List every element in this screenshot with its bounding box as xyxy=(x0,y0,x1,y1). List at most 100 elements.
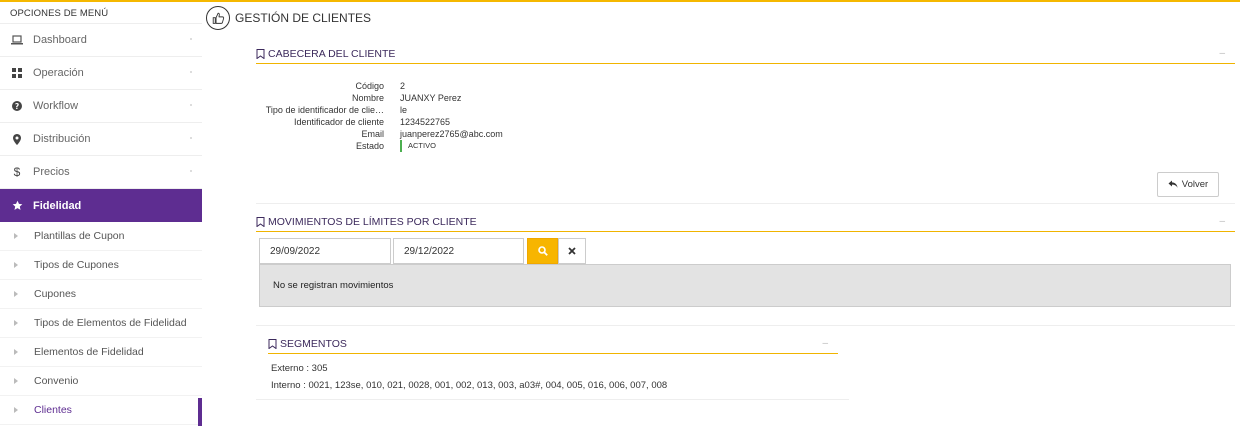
field-label: Identificador de cliente xyxy=(293,117,384,127)
sidebar-item-indicator xyxy=(190,38,192,40)
field-label: Código xyxy=(355,81,384,91)
sidebar-subitem-tipos-de-elementos[interactable]: Tipos de Elementos de Fidelidad xyxy=(0,309,202,338)
reply-icon xyxy=(1168,180,1178,188)
field-row-identificador: Identificador de cliente 1234522765 xyxy=(256,116,656,128)
star-icon xyxy=(10,200,24,211)
sidebar-subitem-label: Cupones xyxy=(34,288,77,300)
panel-header: CABECERA DEL CLIENTE – xyxy=(256,44,1235,64)
map-pin-icon xyxy=(10,133,24,145)
panel-divider xyxy=(256,399,849,400)
sidebar-item-label: Operación xyxy=(33,67,84,79)
segment-interno: Interno : 0021, 123se, 010, 021, 0028, 0… xyxy=(271,380,668,391)
date-to-input[interactable] xyxy=(393,238,524,264)
sidebar-subitem-elementos-de-fidelidad[interactable]: Elementos de Fidelidad xyxy=(0,338,202,367)
panel-title: CABECERA DEL CLIENTE xyxy=(268,47,396,60)
field-row-nombre: Nombre JUANXY Perez xyxy=(256,92,656,104)
sidebar-item-workflow[interactable]: ? Workflow xyxy=(0,90,202,123)
status-indicator xyxy=(400,140,402,152)
panel-segmentos: SEGMENTOS – xyxy=(268,334,838,354)
sidebar-subitem-convenio[interactable]: Convenio xyxy=(0,367,202,396)
panel-header: SEGMENTOS – xyxy=(268,334,838,354)
sidebar-subitem-label: Plantillas de Cupon xyxy=(34,230,125,242)
sidebar-item-precios[interactable]: $ Precios xyxy=(0,156,202,189)
sidebar-item-dashboard[interactable]: Dashboard xyxy=(0,24,202,57)
volver-button-label: Volver xyxy=(1181,179,1209,190)
sidebar-item-indicator xyxy=(190,170,192,172)
clear-button[interactable] xyxy=(558,238,586,264)
sidebar: OPCIONES DE MENÚ Dashboard Operación ? W… xyxy=(0,2,202,431)
sidebar-item-label: Distribución xyxy=(33,133,91,145)
collapse-icon[interactable]: – xyxy=(1219,48,1225,59)
bookmark-icon xyxy=(268,338,277,349)
volver-button[interactable]: Volver xyxy=(1157,172,1219,197)
field-label: Estado xyxy=(355,141,384,151)
sidebar-subitem-tipos-de-cupones[interactable]: Tipos de Cupones xyxy=(0,251,202,280)
empty-message-text: No se registran movimientos xyxy=(273,280,394,291)
empty-movements-message: No se registran movimientos xyxy=(259,264,1231,307)
date-from-input[interactable] xyxy=(259,238,391,264)
sidebar-title: OPCIONES DE MENÚ xyxy=(0,2,202,24)
field-value: le xyxy=(400,105,408,115)
panel-cabecera: CABECERA DEL CLIENTE – xyxy=(256,44,1235,64)
sidebar-item-distribucion[interactable]: Distribución xyxy=(0,123,202,156)
page-title: GESTIÓN DE CLIENTES xyxy=(235,11,372,25)
sidebar-subitem-label: Tipos de Cupones xyxy=(34,259,119,271)
sidebar-subitem-label: Tipos de Elementos de Fidelidad xyxy=(34,317,187,329)
close-icon xyxy=(568,247,576,255)
sidebar-subitem-label: Elementos de Fidelidad xyxy=(34,346,144,358)
sidebar-item-indicator xyxy=(190,71,192,73)
panel-divider xyxy=(256,203,1235,204)
caret-right-icon xyxy=(14,291,18,297)
bookmark-icon xyxy=(256,216,265,227)
field-value: JUANXY Perez xyxy=(400,93,462,103)
caret-right-icon xyxy=(14,320,18,326)
svg-text:?: ? xyxy=(15,102,19,111)
field-value: juanperez2765@abc.com xyxy=(400,129,503,139)
field-row-tipo-identificador: Tipo de identificador de clie… le xyxy=(256,104,656,116)
dollar-icon: $ xyxy=(13,165,21,179)
search-button[interactable] xyxy=(527,238,558,264)
caret-right-icon xyxy=(14,407,18,413)
panel-title: SEGMENTOS xyxy=(280,337,347,350)
sidebar-item-indicator xyxy=(190,104,192,106)
sidebar-item-label: Workflow xyxy=(33,100,79,112)
sidebar-subitem-label: Clientes xyxy=(34,404,72,416)
field-label: Tipo de identificador de clie… xyxy=(265,105,384,115)
panel-header: MOVIMIENTOS DE LÍMITES POR CLIENTE – xyxy=(256,212,1235,232)
field-row-email: Email juanperez2765@abc.com xyxy=(256,128,656,140)
sidebar-item-label: Precios xyxy=(33,166,70,178)
field-row-estado: Estado ACTIVO xyxy=(256,140,656,154)
bookmark-icon xyxy=(256,48,265,59)
laptop-icon xyxy=(10,35,24,45)
sidebar-subitem-cupones[interactable]: Cupones xyxy=(0,280,202,309)
sidebar-item-label: Fidelidad xyxy=(33,199,82,212)
sidebar-item-label: Dashboard xyxy=(33,34,87,46)
client-fields: Código 2 Nombre JUANXY Perez Tipo de ide… xyxy=(256,80,656,154)
caret-right-icon xyxy=(14,233,18,239)
caret-right-icon xyxy=(14,262,18,268)
status-text: ACTIVO xyxy=(408,141,436,150)
sidebar-subitem-clientes[interactable]: Clientes xyxy=(0,396,202,426)
collapse-icon[interactable]: – xyxy=(822,338,828,349)
field-label: Nombre xyxy=(351,93,384,103)
panel-divider xyxy=(256,325,1235,326)
page-header: GESTIÓN DE CLIENTES xyxy=(206,5,371,31)
field-value: 2 xyxy=(400,81,406,91)
question-circle-icon: ? xyxy=(10,101,24,111)
sidebar-item-fidelidad[interactable]: Fidelidad xyxy=(0,189,202,222)
field-row-codigo: Código 2 xyxy=(256,80,656,92)
thumbs-up-icon xyxy=(206,6,230,30)
status-badge: ACTIVO xyxy=(400,140,436,152)
sidebar-item-operacion[interactable]: Operación xyxy=(0,57,202,90)
sidebar-item-indicator xyxy=(190,137,192,139)
segment-externo: Externo : 305 xyxy=(271,363,328,374)
panel-title: MOVIMIENTOS DE LÍMITES POR CLIENTE xyxy=(268,215,477,228)
collapse-icon[interactable]: – xyxy=(1219,216,1225,227)
caret-right-icon xyxy=(14,349,18,355)
grid-icon xyxy=(10,68,24,78)
search-icon xyxy=(537,246,548,256)
field-label: Email xyxy=(361,129,384,139)
panel-movimientos: MOVIMIENTOS DE LÍMITES POR CLIENTE – xyxy=(256,212,1235,232)
caret-right-icon xyxy=(14,378,18,384)
sidebar-subitem-plantillas-de-cupon[interactable]: Plantillas de Cupon xyxy=(0,222,202,251)
